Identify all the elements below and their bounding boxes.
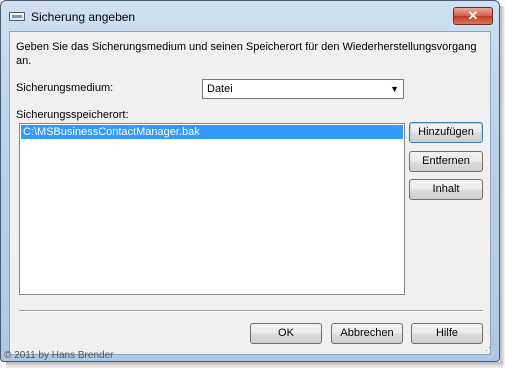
contents-button[interactable]: Inhalt [409,179,483,200]
backup-medium-select[interactable]: Datei ▼ [202,79,404,99]
ok-button[interactable]: OK [250,323,322,344]
list-item[interactable]: C:\MSBusinessContactManager.bak [21,125,403,139]
title-bar[interactable]: Sicherung angeben ✕ [1,1,499,31]
copyright-watermark: © 2011 by Hans Brender [4,350,114,361]
chevron-down-icon: ▼ [390,84,399,94]
footer-separator [19,310,483,312]
resize-grip-icon[interactable]: ⋰ [485,342,494,353]
remove-button[interactable]: Entfernen [409,151,483,172]
window-icon [9,12,25,21]
backup-medium-value: Datei [207,83,233,95]
window-title: Sicherung angeben [31,10,136,24]
description-text: Geben Sie das Sicherungsmedium und seine… [16,41,477,67]
help-button[interactable]: Hilfe [411,323,483,344]
cancel-button[interactable]: Abbrechen [331,323,403,344]
add-button[interactable]: Hinzufügen [409,122,483,143]
backup-location-label: Sicherungsspeicherort: [16,109,129,121]
backup-medium-label: Sicherungsmedium: [16,82,114,94]
window-shadow-bottom [6,362,503,368]
backup-location-list[interactable]: C:\MSBusinessContactManager.bak [19,123,405,295]
window-shadow-right [500,6,505,366]
close-button[interactable]: ✕ [453,7,493,25]
